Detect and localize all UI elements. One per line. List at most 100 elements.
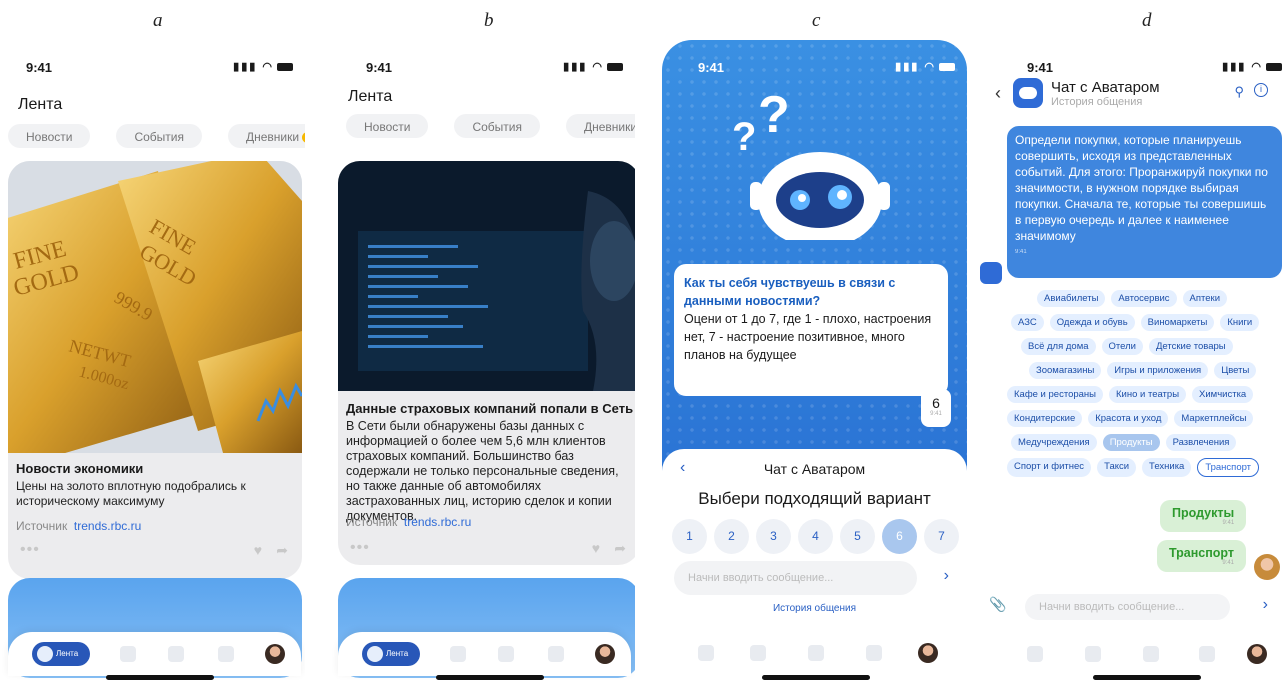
phone-b: 9:41 ▮▮▮ ◠ Лента Новости События Дневник… — [330, 40, 635, 680]
user-avatar — [1254, 554, 1280, 580]
sheet-title: Чат с Аватаром — [763, 461, 866, 477]
profile-avatar[interactable] — [1247, 644, 1267, 664]
heart-icon[interactable]: ♥ — [254, 542, 262, 558]
news-card[interactable]: FINE GOLD FINE GOLD 999.9 NETWT 1.000oz … — [8, 161, 302, 579]
rating-option-4[interactable]: 4 — [798, 519, 833, 554]
back-chevron-icon[interactable]: ‹ — [995, 83, 1001, 104]
tab-events[interactable]: События — [116, 124, 202, 148]
chip-kafe[interactable]: Кафе и рестораны — [1007, 386, 1103, 403]
chip-avtoservis[interactable]: Автосервис — [1111, 290, 1177, 307]
home-indicator — [1093, 675, 1201, 680]
profile-avatar[interactable] — [265, 644, 285, 664]
gift-icon[interactable] — [168, 646, 184, 662]
profile-avatar[interactable] — [595, 644, 615, 664]
message-input[interactable]: Начни вводить сообщение... — [1025, 594, 1230, 620]
chip-marketplace[interactable]: Маркетплейсы — [1174, 410, 1254, 427]
rating-option-7[interactable]: 7 — [924, 519, 959, 554]
profile-avatar[interactable] — [918, 643, 938, 663]
chip-detskie[interactable]: Детские товары — [1148, 338, 1233, 355]
history-link[interactable]: История общения — [662, 603, 967, 614]
chip-sport[interactable]: Спорт и фитнес — [1007, 458, 1092, 477]
chip-knigi[interactable]: Книги — [1220, 314, 1260, 331]
svg-text:?: ? — [732, 115, 756, 159]
chip-transport[interactable]: Транспорт — [1197, 458, 1260, 477]
reply-message-1: Продукты 9:41 — [1160, 500, 1247, 532]
chip-igry[interactable]: Игры и приложения — [1107, 362, 1209, 379]
chip-himchistka[interactable]: Химчистка — [1192, 386, 1254, 403]
bottom-nav: Лента — [8, 632, 301, 676]
diaries-count-badge: 3 — [302, 132, 305, 143]
rating-option-3[interactable]: 3 — [756, 519, 791, 554]
card-title: Новости экономики — [16, 461, 144, 476]
chip-apteki[interactable]: Аптеки — [1182, 290, 1228, 307]
chip-dom[interactable]: Всё для дома — [1021, 338, 1096, 355]
chat-icon[interactable] — [548, 646, 564, 662]
chip-krasota[interactable]: Красота и уход — [1088, 410, 1169, 427]
home-indicator — [762, 675, 870, 680]
gold-bars-image: FINE GOLD FINE GOLD 999.9 NETWT 1.000oz — [8, 161, 302, 453]
map-icon[interactable] — [750, 645, 766, 661]
nav-feed[interactable]: Лента — [362, 642, 420, 666]
chat-icon[interactable] — [218, 646, 234, 662]
chat-subtitle: История общения — [1051, 96, 1143, 108]
rating-option-5[interactable]: 5 — [840, 519, 875, 554]
chip-cvety[interactable]: Цветы — [1214, 362, 1257, 379]
nav-feed[interactable]: Лента — [32, 642, 90, 666]
chip-kino[interactable]: Кино и театры — [1109, 386, 1187, 403]
news-card[interactable]: Данные страховых компаний попали в Сеть … — [338, 161, 635, 565]
tab-diaries[interactable]: Дневники3 — [228, 124, 305, 148]
map-icon[interactable] — [1085, 646, 1101, 662]
question-text: Оцени от 1 до 7, где 1 - плохо, настроен… — [684, 312, 932, 362]
tab-news[interactable]: Новости — [346, 114, 429, 138]
home-indicator — [436, 675, 544, 680]
reply-2-time: 9:41 — [1222, 560, 1235, 566]
feed-icon[interactable] — [1027, 646, 1043, 662]
search-icon[interactable]: ⚲ — [1234, 84, 1244, 100]
chat-icon[interactable] — [1199, 646, 1215, 662]
send-chevron-icon[interactable]: › — [1263, 596, 1268, 614]
panel-label-d: d — [1142, 10, 1152, 31]
phone-c: 9:41 ▮▮▮ ◠ ? ? Как ты себя чувствуешь в … — [662, 40, 967, 680]
tab-news[interactable]: Новости — [8, 124, 91, 148]
heart-icon[interactable]: ♥ — [592, 540, 600, 556]
chip-taksi[interactable]: Такси — [1097, 458, 1137, 477]
rating-options: 1 2 3 4 5 6 7 — [672, 519, 959, 554]
paperclip-icon[interactable]: 📎 — [989, 596, 1006, 613]
chip-oteli[interactable]: Отели — [1101, 338, 1143, 355]
chip-konditerskie[interactable]: Кондитерские — [1007, 410, 1083, 427]
message-input[interactable]: Начни вводить сообщение... — [674, 561, 917, 595]
chat-icon[interactable] — [866, 645, 882, 661]
tab-events[interactable]: События — [454, 114, 540, 138]
chip-vinomarkety[interactable]: Виномаркеты — [1140, 314, 1215, 331]
map-icon[interactable] — [450, 646, 466, 662]
more-icon[interactable]: ••• — [20, 541, 40, 559]
send-chevron-icon[interactable]: › — [944, 567, 949, 585]
share-icon[interactable]: ➦ — [276, 542, 288, 559]
chip-razvlecheniya[interactable]: Развлечения — [1165, 434, 1237, 451]
map-icon[interactable] — [120, 646, 136, 662]
rating-option-6[interactable]: 6 — [882, 519, 917, 554]
source-label: Источник — [16, 519, 68, 533]
more-icon[interactable]: ••• — [350, 539, 370, 557]
chip-meduchrezhdeniya[interactable]: Медучреждения — [1011, 434, 1097, 451]
chip-aviabilety[interactable]: Авиабилеты — [1037, 290, 1106, 307]
source-link[interactable]: trends.rbc.ru — [404, 515, 471, 529]
source-link[interactable]: trends.rbc.ru — [74, 519, 141, 533]
info-icon[interactable]: i — [1254, 83, 1268, 97]
tab-diaries[interactable]: Дневники3 — [566, 114, 635, 138]
rating-option-2[interactable]: 2 — [714, 519, 749, 554]
status-bar: 9:41 ▮▮▮ ◠ — [0, 40, 305, 84]
feed-icon[interactable] — [698, 645, 714, 661]
share-icon[interactable]: ➦ — [614, 540, 626, 557]
chip-produkty[interactable]: Продукты — [1102, 434, 1160, 451]
chip-odezhda[interactable]: Одежда и обувь — [1049, 314, 1135, 331]
chip-azs[interactable]: АЗС — [1011, 314, 1044, 331]
pick-label: Выбери подходящий вариант — [698, 489, 931, 508]
panel-label-b: b — [484, 10, 494, 31]
rating-option-1[interactable]: 1 — [672, 519, 707, 554]
gift-icon[interactable] — [498, 646, 514, 662]
chip-zoo[interactable]: Зоомагазины — [1029, 362, 1102, 379]
chip-tehnika[interactable]: Техника — [1142, 458, 1192, 477]
gift-icon[interactable] — [808, 645, 824, 661]
gift-icon[interactable] — [1143, 646, 1159, 662]
